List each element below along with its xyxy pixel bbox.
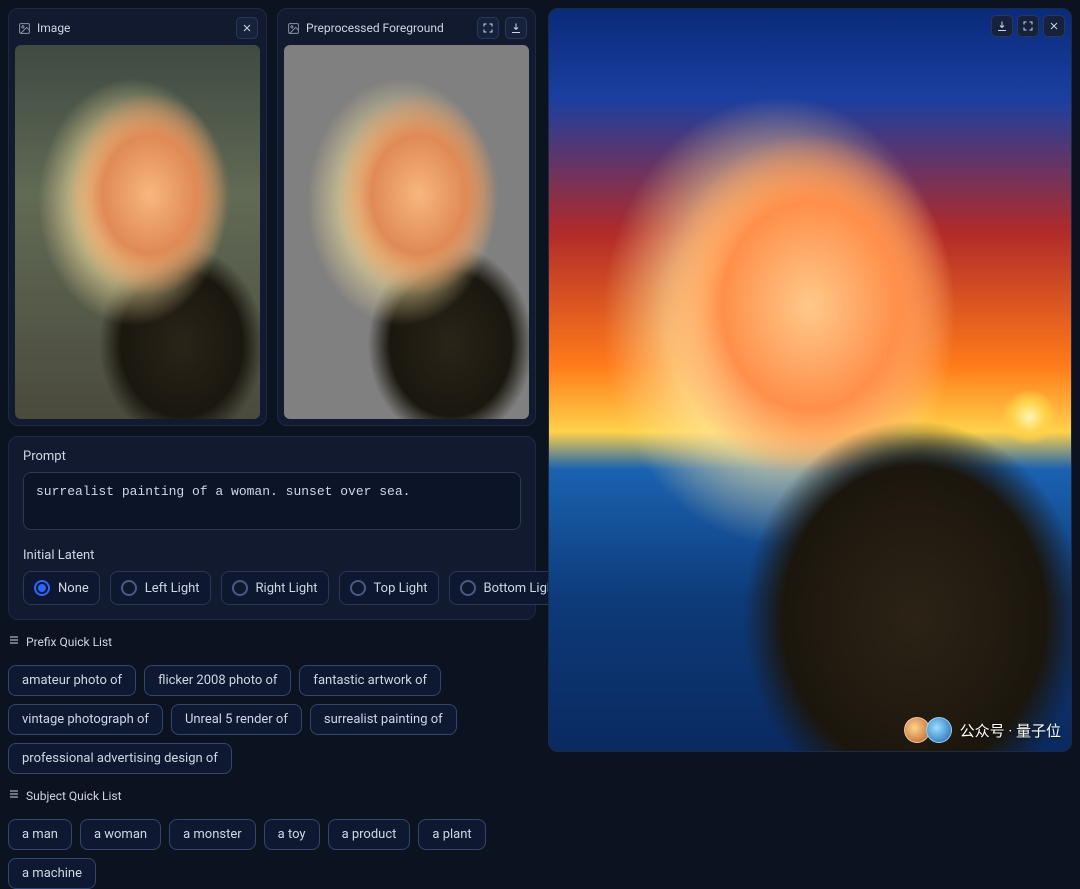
prefix-quicklist-chips: amateur photo of flicker 2008 photo of fan… [8,665,536,774]
source-image-title: Image [37,21,70,35]
prefix-chip[interactable]: flicker 2008 photo of [144,665,291,696]
fullscreen-output-button[interactable] [1017,15,1039,37]
image-icon [17,21,31,35]
radio-icon [232,580,248,596]
fullscreen-foreground-button[interactable] [477,17,499,39]
initial-latent-options: NoneLeft LightRight LightTop LightBottom… [23,571,521,605]
image-icon [286,21,300,35]
download-foreground-button[interactable] [505,17,527,39]
close-output-button[interactable] [1043,15,1065,37]
latent-option-label: Right Light [256,581,318,596]
output-image-panel[interactable]: 公众号 · 量子位 [548,8,1072,752]
initial-latent-label: Initial Latent [23,548,521,563]
subject-quicklist-label: Subject Quick List [26,789,122,803]
latent-option-left-light[interactable]: Left Light [110,571,211,605]
watermark-text: 公众号 · 量子位 [960,720,1061,741]
left-column: Image Preprocessed Foreground [8,8,536,752]
latent-option-label: Top Light [374,581,428,596]
prompt-panel: Prompt Initial Latent None Left Light Righ… [8,436,536,620]
source-image-panel: Image [8,8,267,426]
prefix-chip[interactable]: amateur photo of [8,665,136,696]
download-output-button[interactable] [991,15,1013,37]
initial-latent-section: Initial Latent None Left Light Right Light… [23,548,521,605]
app-root: Image Preprocessed Foreground [0,0,1080,760]
subject-chip[interactable]: a monster [169,819,256,850]
prompt-input[interactable] [23,472,521,530]
foreground-title: Preprocessed Foreground [306,21,444,35]
subject-quicklist-chips: a man a woman a monster a toy a producta pla… [8,819,536,889]
watermark-avatar-icon [926,717,952,743]
foreground-image-preview[interactable] [284,45,529,419]
radio-icon [121,580,137,596]
input-images-row: Image Preprocessed Foreground [8,8,536,426]
subject-chip[interactable]: a toy [264,819,320,850]
prefix-quicklist-header: Prefix Quick List [8,634,536,649]
prefix-chip[interactable]: Unreal 5 render of [171,704,302,735]
latent-option-top-light[interactable]: Top Light [339,571,439,605]
radio-icon [460,580,476,596]
subject-chip[interactable]: a woman [80,819,161,850]
foreground-panel: Preprocessed Foreground [277,8,536,426]
source-image-header: Image [15,15,260,45]
prefix-chip[interactable]: surrealist painting of [310,704,457,735]
prefix-chip[interactable]: fantastic artwork of [299,665,441,696]
latent-option-none[interactable]: None [23,571,100,605]
source-image-preview[interactable] [15,45,260,419]
prompt-label: Prompt [23,449,521,464]
subject-chip[interactable]: a man [8,819,72,850]
list-icon [8,634,20,649]
latent-option-label: None [58,581,89,596]
latent-option-label: Left Light [145,581,200,596]
prefix-chip[interactable]: vintage photograph of [8,704,163,735]
right-column: 公众号 · 量子位 [548,8,1072,752]
prefix-quicklist-label: Prefix Quick List [26,635,112,649]
clear-source-button[interactable] [236,17,258,39]
radio-icon [350,580,366,596]
foreground-header: Preprocessed Foreground [284,15,529,45]
prefix-chip[interactable]: professional advertising design of [8,743,232,774]
subject-quicklist-header: Subject Quick List [8,788,536,803]
subject-chip[interactable]: a plant [418,819,485,850]
radio-icon [34,580,50,596]
subject-chip[interactable]: a product [328,819,411,850]
watermark-strip: 公众号 · 量子位 [904,717,1061,743]
output-toolbar [991,15,1065,37]
subject-chip[interactable]: a machine [8,858,96,889]
list-icon [8,788,20,803]
latent-option-right-light[interactable]: Right Light [221,571,329,605]
